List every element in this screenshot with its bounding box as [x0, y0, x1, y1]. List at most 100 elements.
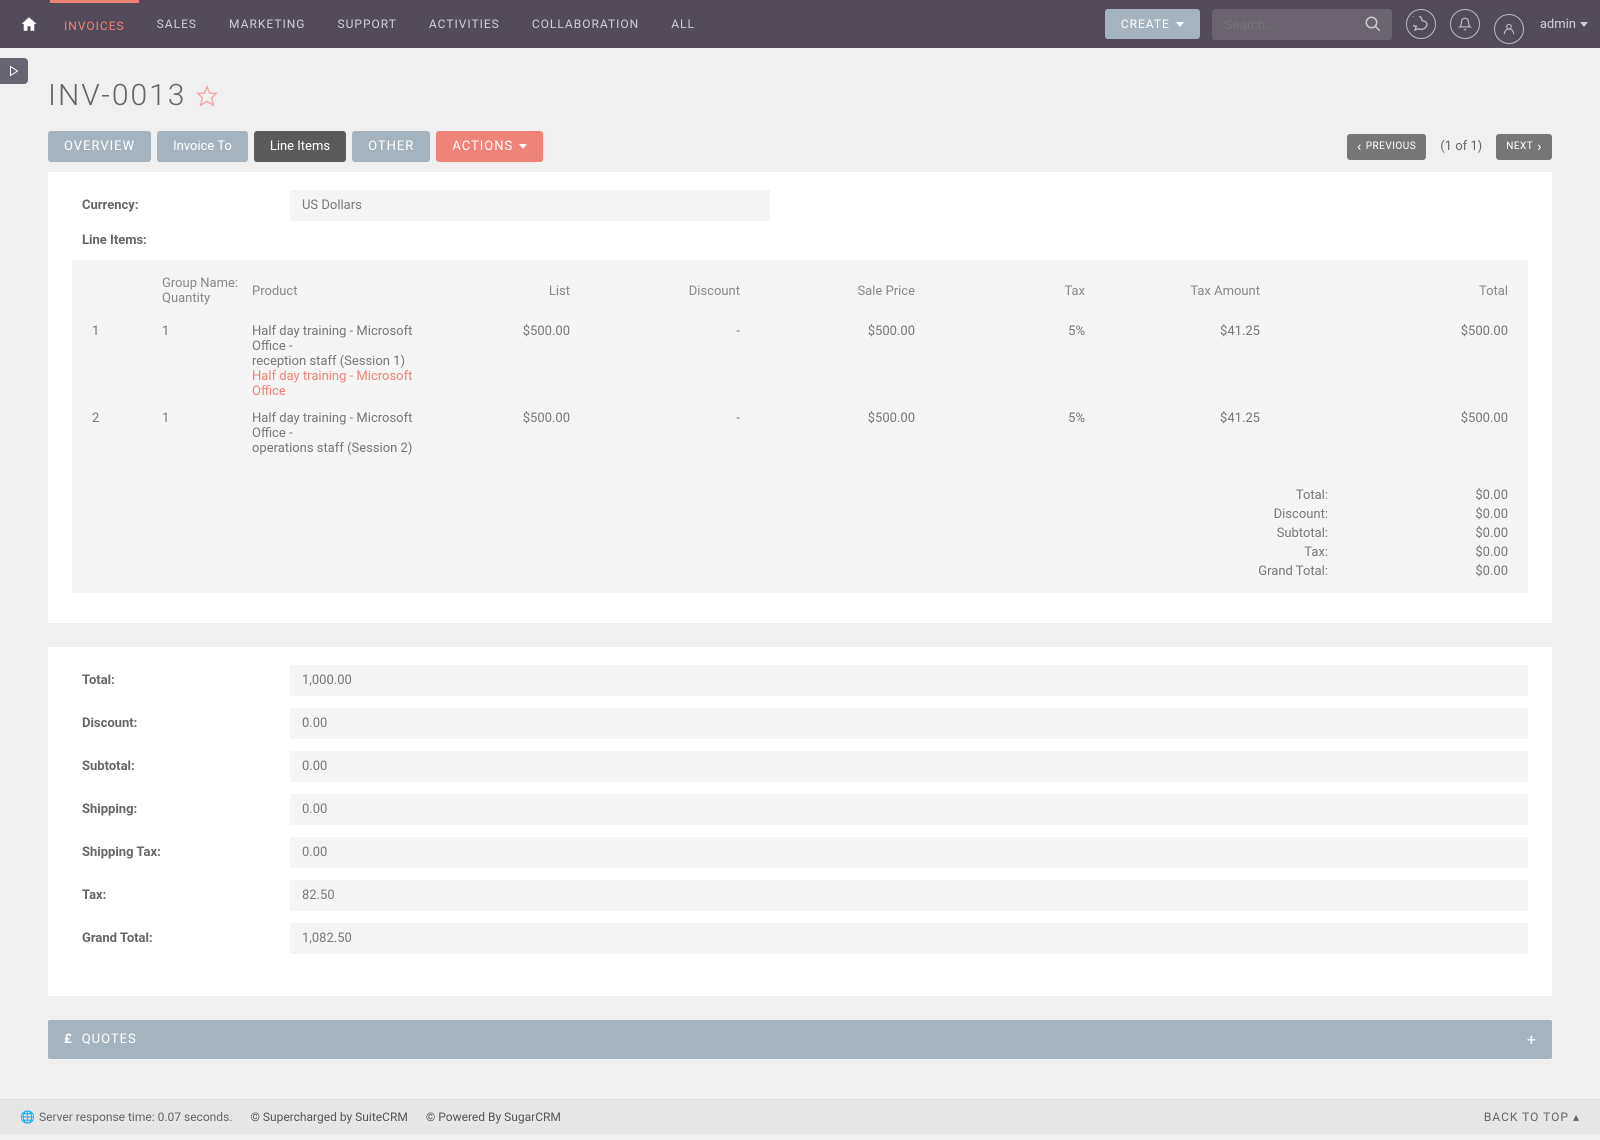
group-total-label: Subtotal:: [1277, 526, 1328, 541]
product-link[interactable]: Half day training - Microsoft Office: [252, 369, 440, 399]
home-icon[interactable]: [12, 15, 46, 33]
summary-row: Shipping:0.00: [58, 794, 1542, 825]
admin-menu[interactable]: admin: [1540, 17, 1588, 32]
group-name-label: Group Name:: [162, 276, 238, 291]
actions-menu[interactable]: ACTIONS: [436, 131, 543, 162]
suitecrm-link[interactable]: © Supercharged by SuiteCRM: [250, 1110, 407, 1124]
summary-value: 1,082.50: [290, 923, 1528, 954]
notifications-icon[interactable]: [1450, 9, 1480, 39]
favorite-star-icon[interactable]: [196, 85, 218, 107]
th-product: Product: [246, 272, 446, 318]
row-qty: 1: [156, 405, 246, 462]
row-total: $500.00: [1266, 318, 1514, 405]
user-icon[interactable]: [1494, 14, 1524, 44]
group-total-label: Tax:: [1304, 545, 1328, 560]
globe-icon: 🌐: [20, 1110, 35, 1124]
summary-row: Grand Total:1,082.50: [58, 923, 1542, 954]
create-label: CREATE: [1121, 17, 1170, 31]
top-navbar: INVOICES SALES MARKETING SUPPORT ACTIVIT…: [0, 0, 1600, 48]
footer: 🌐Server response time: 0.07 seconds. © S…: [0, 1099, 1600, 1134]
summary-label: Grand Total:: [58, 931, 290, 946]
quotes-panel[interactable]: £ QUOTES +: [48, 1020, 1552, 1059]
summary-value: 82.50: [290, 880, 1528, 911]
row-tax-amount: $41.25: [1091, 318, 1266, 405]
caret-down-icon: [1176, 22, 1184, 27]
summary-label: Shipping Tax:: [58, 845, 290, 860]
th-tax-amount: Tax Amount: [1091, 272, 1266, 318]
summary-row: Shipping Tax:0.00: [58, 837, 1542, 868]
search-icon[interactable]: [1364, 15, 1382, 33]
create-button[interactable]: CREATE: [1105, 9, 1200, 39]
nav-activities[interactable]: ACTIVITIES: [415, 0, 514, 48]
nav-collaboration[interactable]: COLLABORATION: [518, 0, 653, 48]
th-list: List: [446, 272, 576, 318]
group-total-label: Total:: [1296, 488, 1328, 503]
row-list: $500.00: [446, 318, 576, 405]
group-total-value: $0.00: [1328, 507, 1508, 522]
nav-support[interactable]: SUPPORT: [323, 0, 410, 48]
summary-row: Discount:0.00: [58, 708, 1542, 739]
th-total: Total: [1266, 272, 1514, 318]
row-product: Half day training - Microsoft Office - o…: [246, 405, 446, 462]
summary-value: 0.00: [290, 751, 1528, 782]
summary-value: 0.00: [290, 794, 1528, 825]
caret-down-icon: [519, 144, 527, 149]
row-num: 2: [86, 405, 156, 462]
quotes-add-icon[interactable]: +: [1527, 1030, 1536, 1049]
row-list: $500.00: [446, 405, 576, 462]
group-total-value: $0.00: [1328, 526, 1508, 541]
previous-button[interactable]: PREVIOUS: [1347, 134, 1426, 160]
next-label: NEXT: [1506, 141, 1533, 152]
row-qty: 1: [156, 318, 246, 405]
nav-marketing[interactable]: MARKETING: [215, 0, 319, 48]
messages-icon[interactable]: [1406, 9, 1436, 39]
back-to-top[interactable]: BACK TO TOP ▴: [1484, 1110, 1580, 1124]
summary-label: Discount:: [58, 716, 290, 731]
row-tax: 5%: [921, 318, 1091, 405]
summary-label: Subtotal:: [58, 759, 290, 774]
tab-line-items[interactable]: Line Items: [254, 131, 346, 162]
actions-label: ACTIONS: [452, 139, 513, 154]
group-total-row: Subtotal:$0.00: [86, 524, 1514, 543]
back-to-top-label: BACK TO TOP: [1484, 1110, 1569, 1124]
caret-down-icon: [1580, 22, 1588, 27]
previous-label: PREVIOUS: [1366, 141, 1417, 152]
sugarcrm-link[interactable]: © Powered By SugarCRM: [426, 1110, 561, 1124]
nav-sales[interactable]: SALES: [143, 0, 211, 48]
line-items-label: Line Items:: [58, 233, 290, 248]
row-tax: 5%: [921, 405, 1091, 462]
table-row: 21Half day training - Microsoft Office -…: [86, 405, 1514, 462]
group-total-row: Discount:$0.00: [86, 505, 1514, 524]
group-total-value: $0.00: [1328, 564, 1508, 579]
summary-value: 0.00: [290, 708, 1528, 739]
group-total-value: $0.00: [1328, 488, 1508, 503]
next-button[interactable]: NEXT: [1496, 134, 1552, 160]
group-total-row: Total:$0.00: [86, 486, 1514, 505]
summary-card: Total:1,000.00Discount:0.00Subtotal:0.00…: [48, 647, 1552, 996]
row-sale: $500.00: [746, 318, 921, 405]
pager-count: (1 of 1): [1440, 139, 1482, 154]
tab-invoice-to[interactable]: Invoice To: [157, 131, 248, 162]
nav-invoices[interactable]: INVOICES: [50, 0, 139, 48]
summary-label: Shipping:: [58, 802, 290, 817]
group-total-row: Grand Total:$0.00: [86, 562, 1514, 581]
summary-row: Tax:82.50: [58, 880, 1542, 911]
row-product: Half day training - Microsoft Office - r…: [246, 318, 446, 405]
summary-row: Total:1,000.00: [58, 665, 1542, 696]
nav-all[interactable]: ALL: [657, 0, 709, 48]
admin-label: admin: [1540, 17, 1576, 32]
th-sale-price: Sale Price: [746, 272, 921, 318]
chevron-up-icon: ▴: [1573, 1110, 1580, 1124]
summary-value: 0.00: [290, 837, 1528, 868]
group-total-value: $0.00: [1328, 545, 1508, 560]
th-tax: Tax: [921, 272, 1091, 318]
th-discount: Discount: [576, 272, 746, 318]
row-total: $500.00: [1266, 405, 1514, 462]
side-expand-tab[interactable]: [0, 58, 28, 84]
line-items-card: Currency: US Dollars Line Items: Group N…: [48, 172, 1552, 623]
group-total-row: Tax:$0.00: [86, 543, 1514, 562]
tab-other[interactable]: OTHER: [352, 131, 430, 162]
tab-overview[interactable]: OVERVIEW: [48, 131, 151, 162]
pound-icon: £: [64, 1032, 72, 1047]
currency-label: Currency:: [58, 198, 290, 213]
